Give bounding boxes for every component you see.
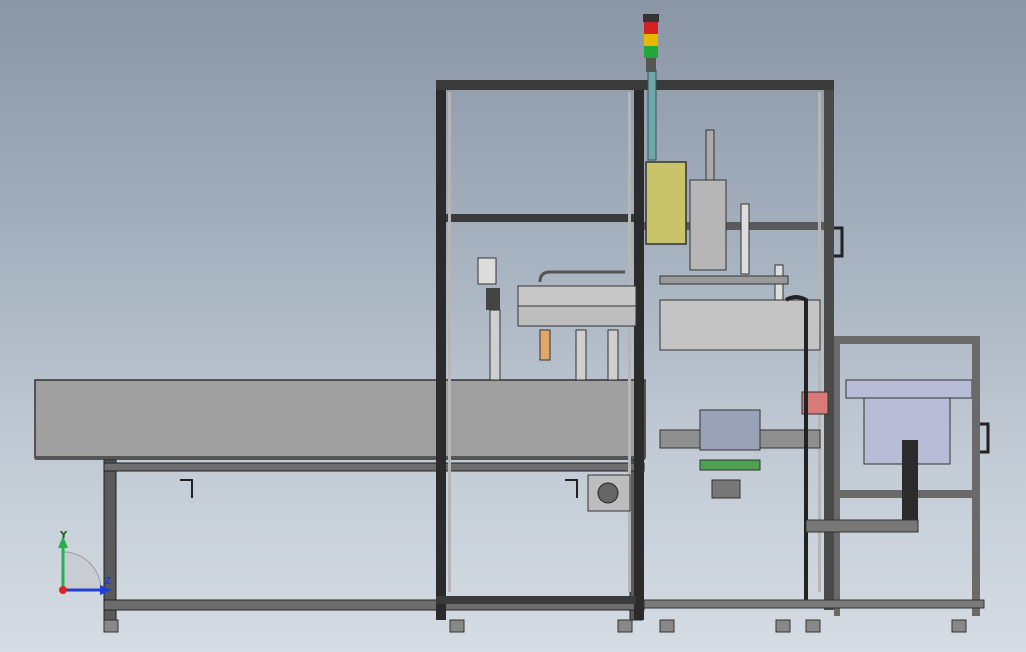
z-axis-label: Z <box>104 576 112 587</box>
linear-module <box>477 257 637 381</box>
leveling-feet <box>103 619 967 633</box>
motor-unit <box>587 474 631 512</box>
control-box <box>645 161 687 245</box>
y-axis-label: Y <box>60 530 68 541</box>
conveyor-table <box>34 379 646 621</box>
machine-assembly-model[interactable] <box>0 0 1026 652</box>
right-base-frame <box>643 519 985 609</box>
bowl-feeder <box>834 336 990 616</box>
work-fixture <box>659 295 829 600</box>
cad-viewport[interactable]: Y Z <box>0 0 1026 652</box>
